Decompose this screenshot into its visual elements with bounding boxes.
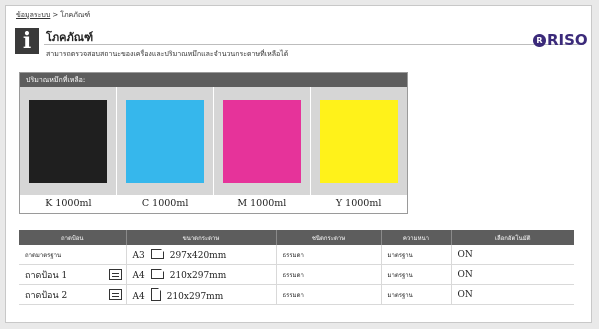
ink-swatch-row <box>20 87 407 195</box>
auto-select-value: ON <box>451 264 574 285</box>
title-divider <box>44 44 584 45</box>
table-row: ถาดป้อน 2 A4 210x297mm ธรรมดา มาตรฐาน ON <box>19 284 574 305</box>
info-icon-glyph: i <box>22 28 32 54</box>
size-dimensions: 210x297mm <box>166 291 224 302</box>
ink-label-row: K 1000ml C 1000ml M 1000ml Y 1000ml <box>20 195 407 213</box>
ink-cell-c <box>117 87 214 195</box>
ink-label-y: Y 1000ml <box>335 198 382 209</box>
table-header-row: ถาดป้อน ขนาดกระดาษ ชนิดกระดาษ ความหนา เล… <box>19 230 574 245</box>
tray-name: ถาดมาตรฐาน <box>19 245 127 265</box>
ink-label-m: M 1000ml <box>237 198 287 209</box>
ink-cell-k <box>20 87 117 195</box>
paper-type: ธรรมดา <box>276 284 382 305</box>
col-header-paper-size: ขนาดกระดาษ <box>126 230 277 245</box>
riso-logo-text: RISO <box>547 31 588 49</box>
breadcrumb-current: โภคภัณฑ์ <box>60 11 91 19</box>
ink-label-c: C 1000ml <box>141 198 189 209</box>
size-dimensions: 210x297mm <box>169 270 227 281</box>
ink-swatch-cyan <box>126 99 204 183</box>
col-header-paper-type: ชนิดกระดาษ <box>276 230 382 245</box>
ink-cell-m <box>214 87 311 195</box>
riso-logo: R RISO <box>533 31 588 49</box>
col-header-thickness: ความหนา <box>381 230 452 245</box>
auto-select-value: ON <box>451 284 574 305</box>
table-row: ถาดป้อน 1 A4 210x297mm ธรรมดา มาตรฐาน ON <box>19 264 574 285</box>
info-icon: i <box>15 28 39 54</box>
tray-name-cell: ถาดป้อน 2 <box>19 284 127 305</box>
breadcrumb: ข้อมูลระบบ > โภคภัณฑ์ <box>16 10 90 21</box>
paper-thickness: มาตรฐาน <box>381 284 452 305</box>
tray-icon <box>108 269 122 280</box>
ink-label-k: K 1000ml <box>45 198 92 209</box>
tray-name: ถาดป้อน 2 <box>25 290 68 301</box>
paper-type: ธรรมดา <box>276 264 382 285</box>
ink-swatch-yellow <box>320 99 398 183</box>
size-code: A4 <box>132 291 145 302</box>
col-header-tray: ถาดป้อน <box>19 230 127 245</box>
ink-cell-y <box>311 87 407 195</box>
paper-size-cell: A4 210x297mm <box>126 284 277 305</box>
breadcrumb-separator: > <box>52 11 59 19</box>
ink-remaining-panel: ปริมาณหมึกที่เหลือ: K 1000ml C 1000ml M … <box>19 72 408 214</box>
consumables-page: ข้อมูลระบบ > โภคภัณฑ์ i โภคภัณฑ์ สามารถตรว… <box>5 5 592 323</box>
landscape-orientation-icon <box>150 248 164 259</box>
tray-name: ถาดป้อน 1 <box>25 270 68 281</box>
riso-logo-mark: R <box>533 34 546 47</box>
tray-name-cell: ถาดป้อน 1 <box>19 264 127 285</box>
auto-select-value: ON <box>451 245 574 265</box>
ink-panel-header: ปริมาณหมึกที่เหลือ: <box>20 73 407 87</box>
size-dimensions: 297x420mm <box>169 250 227 261</box>
paper-tray-table: ถาดป้อน ขนาดกระดาษ ชนิดกระดาษ ความหนา เล… <box>19 230 574 305</box>
portrait-orientation-icon <box>150 287 161 301</box>
breadcrumb-link-system-info[interactable]: ข้อมูลระบบ <box>16 11 50 19</box>
paper-size-cell: A3 297x420mm <box>126 245 277 265</box>
ink-swatch-magenta <box>223 99 301 183</box>
page-subtitle: สามารถตรวจสอบสถานะของเครื่องและปริมาณหมึ… <box>46 50 289 58</box>
ink-swatch-black <box>29 99 107 183</box>
size-code: A4 <box>132 270 145 281</box>
size-code: A3 <box>132 250 145 261</box>
col-header-auto-select: เลือกอัตโนมัติ <box>451 230 574 245</box>
paper-thickness: มาตรฐาน <box>381 245 452 265</box>
table-row: ถาดมาตรฐาน A3 297x420mm ธรรมดา มาตรฐาน ON <box>19 245 574 265</box>
paper-type: ธรรมดา <box>276 245 382 265</box>
paper-size-cell: A4 210x297mm <box>126 264 277 285</box>
paper-thickness: มาตรฐาน <box>381 264 452 285</box>
landscape-orientation-icon <box>150 268 164 279</box>
tray-icon <box>108 289 122 300</box>
